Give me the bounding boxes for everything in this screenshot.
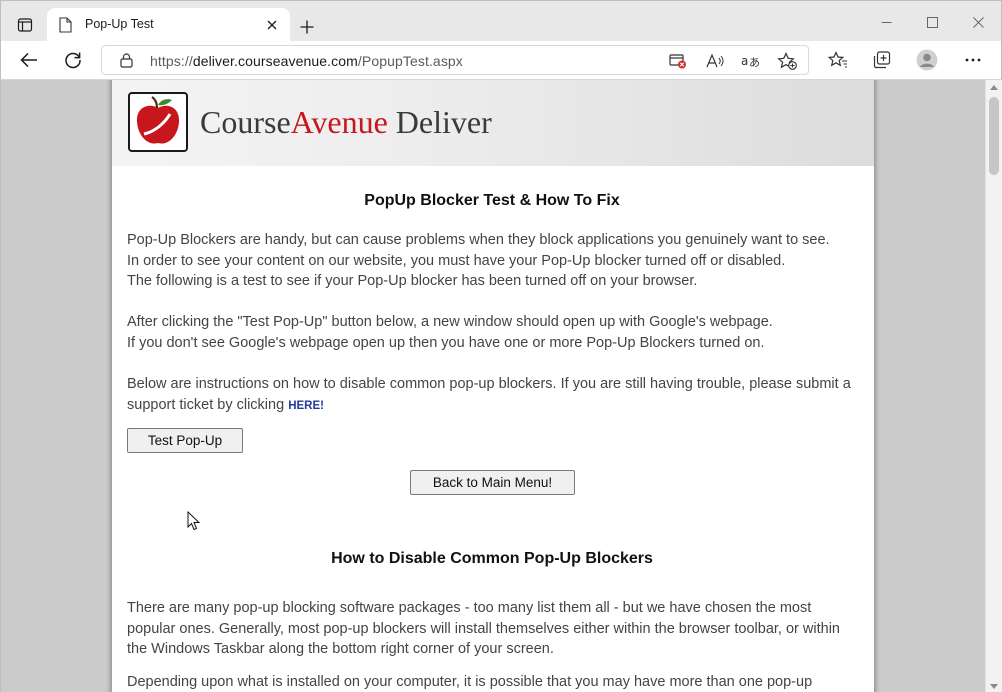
page-title: PopUp Blocker Test & How To Fix bbox=[364, 192, 620, 209]
after-line-2: If you don't see Google's webpage open u… bbox=[127, 334, 765, 351]
tab-title: Pop-Up Test bbox=[85, 17, 154, 31]
body-paragraph: There are many pop-up blocking software … bbox=[127, 600, 840, 657]
favorites-icon bbox=[828, 51, 847, 68]
page-container: CourseAvenue Deliver PopUp Blocker Test … bbox=[112, 80, 874, 692]
arrow-left-icon bbox=[20, 52, 37, 68]
brand-part-course: Course bbox=[200, 104, 291, 140]
intro-line-2: In order to see your content on our webs… bbox=[127, 252, 786, 269]
vertical-scrollbar[interactable] bbox=[985, 80, 1002, 692]
profile-button[interactable] bbox=[912, 45, 942, 75]
url-text[interactable]: https://deliver.courseavenue.com/PopupTe… bbox=[150, 53, 463, 69]
test-popup-button[interactable]: Test Pop-Up bbox=[127, 428, 243, 453]
intro-paragraph: Pop-Up Blockers are handy, but can cause… bbox=[127, 230, 857, 292]
more-icon bbox=[965, 58, 981, 62]
instructions-text: Below are instructions on how to disable… bbox=[127, 376, 851, 413]
tab-close-button[interactable] bbox=[262, 15, 282, 35]
add-favorite-button[interactable] bbox=[774, 49, 800, 73]
plus-icon bbox=[300, 20, 314, 34]
popup-blocked-icon bbox=[669, 54, 686, 69]
tab-actions-icon bbox=[17, 18, 33, 32]
favorites-button[interactable] bbox=[823, 45, 853, 75]
site-brand: CourseAvenue Deliver bbox=[200, 104, 492, 141]
apple-logo-icon bbox=[136, 96, 180, 144]
svg-text:a: a bbox=[741, 54, 748, 68]
after-line-1: After clicking the "Test Pop-Up" button … bbox=[127, 314, 773, 330]
after-paragraph: After clicking the "Test Pop-Up" button … bbox=[127, 312, 857, 353]
site-header: CourseAvenue Deliver bbox=[112, 80, 874, 166]
browser-tab-active[interactable]: Pop-Up Test bbox=[47, 8, 290, 42]
lock-icon bbox=[120, 53, 133, 68]
refresh-icon bbox=[65, 52, 81, 69]
page-viewport: CourseAvenue Deliver PopUp Blocker Test … bbox=[0, 80, 985, 692]
browser-toolbar: https://deliver.courseavenue.com/PopupTe… bbox=[0, 41, 1002, 80]
scroll-up-arrow-icon[interactable] bbox=[990, 84, 998, 90]
minimize-icon bbox=[881, 21, 891, 23]
popup-blocked-button[interactable] bbox=[665, 49, 691, 73]
back-button[interactable] bbox=[14, 45, 44, 75]
partial-paragraph: Depending upon what is installed on your… bbox=[127, 674, 813, 690]
scrollbar-thumb[interactable] bbox=[989, 97, 999, 175]
instructions-paragraph: Below are instructions on how to disable… bbox=[127, 374, 857, 416]
scroll-down-arrow-icon[interactable] bbox=[990, 684, 998, 690]
support-ticket-link[interactable]: HERE! bbox=[288, 400, 324, 412]
maximize-icon bbox=[926, 16, 938, 28]
section-heading: How to Disable Common Pop-Up Blockers bbox=[331, 550, 653, 567]
read-aloud-button[interactable] bbox=[702, 49, 728, 73]
url-host: deliver.courseavenue.com bbox=[192, 53, 358, 69]
apple-logo bbox=[128, 92, 188, 152]
intro-line-3: The following is a test to see if your P… bbox=[127, 273, 698, 289]
page-icon bbox=[59, 17, 72, 33]
new-tab-button[interactable] bbox=[293, 13, 321, 41]
svg-text:あ: あ bbox=[749, 56, 760, 69]
address-bar[interactable]: https://deliver.courseavenue.com/PopupTe… bbox=[101, 45, 809, 75]
collections-button[interactable] bbox=[867, 45, 897, 75]
browser-titlebar: Pop-Up Test bbox=[0, 0, 1002, 42]
minimize-button[interactable] bbox=[863, 9, 909, 35]
maximize-button[interactable] bbox=[909, 9, 955, 35]
collections-icon bbox=[873, 51, 891, 69]
brand-part-deliver: Deliver bbox=[387, 104, 492, 140]
refresh-button[interactable] bbox=[58, 45, 88, 75]
back-to-main-menu-button[interactable]: Back to Main Menu! bbox=[410, 470, 575, 495]
close-icon bbox=[972, 16, 984, 28]
translate-icon: a あ bbox=[741, 54, 760, 69]
tab-actions-button[interactable] bbox=[9, 9, 41, 41]
intro-line-1: Pop-Up Blockers are handy, but can cause… bbox=[127, 232, 830, 248]
translate-button[interactable]: a あ bbox=[738, 49, 764, 73]
star-add-icon bbox=[777, 52, 797, 70]
close-icon bbox=[267, 20, 277, 30]
settings-more-button[interactable] bbox=[958, 45, 988, 75]
read-aloud-icon bbox=[706, 53, 724, 68]
url-path: /PopupTest.aspx bbox=[357, 53, 463, 69]
url-scheme: https:// bbox=[150, 53, 193, 69]
brand-part-avenue: Avenue bbox=[290, 104, 388, 140]
avatar-icon bbox=[916, 49, 938, 71]
window-close-button[interactable] bbox=[955, 9, 1001, 35]
mouse-pointer-icon bbox=[187, 511, 201, 531]
